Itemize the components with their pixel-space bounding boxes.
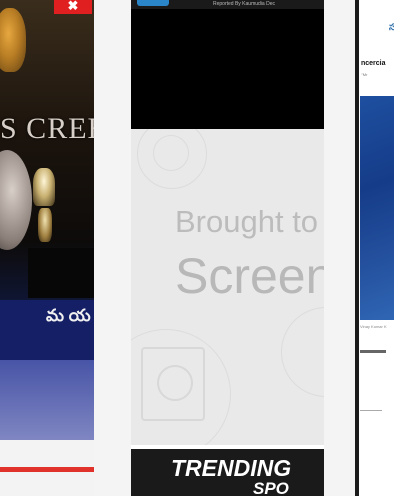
card-accent-bar (0, 467, 94, 472)
sports-label: SPO (253, 479, 289, 496)
ad-brand-text: Screen (175, 248, 324, 304)
event-photo[interactable]: S CREE మ య (0, 0, 94, 440)
ad-placeholder[interactable]: Brought to Screen (131, 129, 324, 445)
speaker-figure (0, 8, 26, 72)
article-header: స (359, 0, 394, 40)
trophy-icon (33, 168, 55, 206)
story-card-article[interactable]: స ncercia ‘’Mr Vinay Kumar K (355, 0, 394, 496)
camera-lens-icon (157, 365, 193, 401)
reporter-credit: Reported By Kaumudia Dec (213, 1, 275, 7)
article-image[interactable] (360, 96, 394, 320)
event-banner-text: S CREE (0, 112, 94, 145)
trending-label: TRENDING (171, 455, 292, 481)
decorative-circle (281, 307, 324, 397)
channel-logo: మ య (46, 306, 91, 325)
screenshot-carousel: S CREE మ య ✖ Reported By Kaumudia Dec Br… (0, 0, 394, 496)
channel-tab[interactable] (137, 0, 169, 6)
close-icon[interactable]: ✖ (54, 0, 92, 14)
award-statuette-icon (38, 208, 52, 242)
article-headline[interactable]: ncercia (361, 60, 386, 67)
article-page: స ncercia ‘’Mr Vinay Kumar K (359, 0, 394, 496)
image-caption: Vinay Kumar K (360, 324, 387, 329)
video-player[interactable]: Reported By Kaumudia Dec (131, 0, 324, 129)
ad-headline: Brought to (175, 204, 319, 239)
guest-figure (0, 150, 32, 250)
article-meta: ‘’Mr (361, 72, 368, 77)
decorative-circle (153, 135, 189, 171)
stage-table (28, 248, 94, 298)
stage-floor (0, 360, 94, 440)
article-text-line (360, 410, 382, 411)
story-card-ad[interactable]: Reported By Kaumudia Dec Brought to Scre… (131, 0, 324, 496)
article-text-line (360, 350, 386, 353)
site-logo-text[interactable]: స (389, 22, 394, 35)
trending-sports-banner[interactable]: TRENDING SPO (131, 449, 324, 496)
story-card-event[interactable]: S CREE మ య ✖ (0, 0, 94, 496)
